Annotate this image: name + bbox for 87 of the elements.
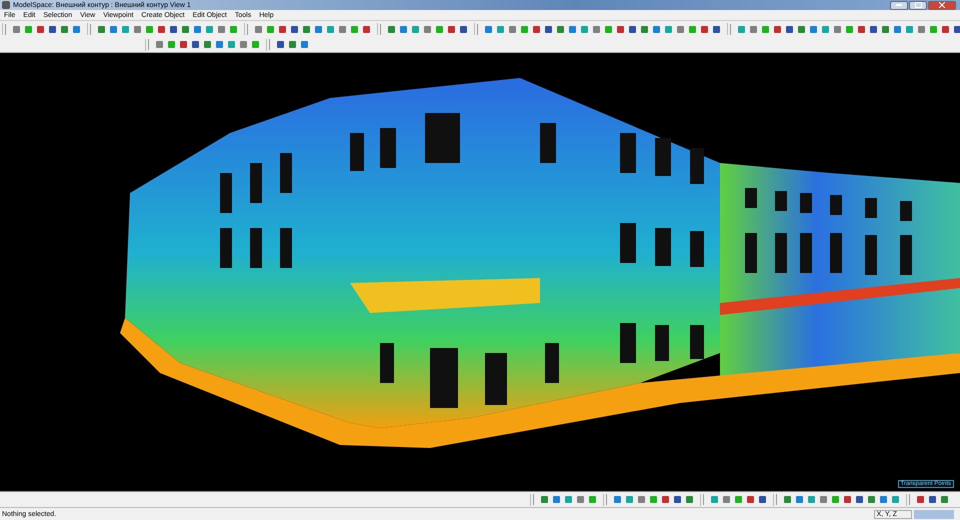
toolbar-button[interactable]: [337, 23, 348, 35]
toolbar-button[interactable]: [507, 23, 518, 35]
toolbar-button[interactable]: [47, 23, 58, 35]
toolbar-button[interactable]: [866, 494, 877, 506]
toolbar-button[interactable]: [180, 23, 191, 35]
toolbar-button[interactable]: [591, 23, 602, 35]
toolbar-button[interactable]: [567, 23, 578, 35]
toolbar-button[interactable]: [287, 38, 298, 50]
toolbar-button[interactable]: [651, 23, 662, 35]
toolbar-button[interactable]: [748, 23, 759, 35]
toolbar-button[interactable]: [782, 494, 793, 506]
toolbar-button[interactable]: [892, 23, 903, 35]
toolbar-button[interactable]: [71, 23, 82, 35]
toolbar-button[interactable]: [796, 23, 807, 35]
toolbar-button[interactable]: [299, 38, 310, 50]
toolbar-button[interactable]: [672, 494, 683, 506]
toolbar-button[interactable]: [216, 23, 227, 35]
toolbar-button[interactable]: [555, 23, 566, 35]
toolbar-button[interactable]: [757, 494, 768, 506]
minimize-button[interactable]: [890, 0, 908, 10]
toolbar-button[interactable]: [939, 494, 950, 506]
toolbar-button[interactable]: [313, 23, 324, 35]
toolbar-button[interactable]: [11, 23, 22, 35]
app-icon: [2, 1, 10, 9]
status-field: [914, 510, 954, 518]
toolbar-button[interactable]: [543, 23, 554, 35]
toolbar-button[interactable]: [108, 23, 119, 35]
toolbar-button[interactable]: [168, 23, 179, 35]
toolbar-button[interactable]: [156, 23, 167, 35]
toolbar-button[interactable]: [446, 23, 457, 35]
toolbar-button[interactable]: [190, 38, 201, 50]
toolbar-button[interactable]: [301, 23, 312, 35]
toolbar-button[interactable]: [612, 494, 623, 506]
toolbar-button[interactable]: [398, 23, 409, 35]
toolbar-button[interactable]: [178, 38, 189, 50]
toolbar-button[interactable]: [880, 23, 891, 35]
toolbar-button[interactable]: [192, 23, 203, 35]
toolbar-button[interactable]: [660, 494, 671, 506]
maximize-button[interactable]: [909, 0, 927, 10]
toolbar-button[interactable]: [275, 38, 286, 50]
toolbar-button[interactable]: [96, 23, 107, 35]
toolbar-button[interactable]: [818, 494, 829, 506]
toolbar-button[interactable]: [59, 23, 70, 35]
toolbar-button[interactable]: [422, 23, 433, 35]
toolbar-button[interactable]: [458, 23, 469, 35]
toolbar-button[interactable]: [940, 23, 951, 35]
toolbar-button[interactable]: [684, 494, 695, 506]
toolbar-button[interactable]: [832, 23, 843, 35]
toolbar-button[interactable]: [539, 494, 550, 506]
toolbar-button[interactable]: [699, 23, 710, 35]
toolbar-button[interactable]: [132, 23, 143, 35]
toolbar-button[interactable]: [784, 23, 795, 35]
toolbar-button[interactable]: [878, 494, 889, 506]
toolbar-button[interactable]: [361, 23, 372, 35]
toolbar-button[interactable]: [615, 23, 626, 35]
toolbar-button[interactable]: [854, 494, 865, 506]
toolbar-button[interactable]: [202, 38, 213, 50]
toolbar-button[interactable]: [531, 23, 542, 35]
toolbar-button[interactable]: [386, 23, 397, 35]
toolbar-button[interactable]: [794, 494, 805, 506]
toolbar-button[interactable]: [952, 23, 960, 35]
toolbar-button[interactable]: [154, 38, 165, 50]
toolbar-button[interactable]: [675, 23, 686, 35]
toolbar-button[interactable]: [745, 494, 756, 506]
toolbar-button[interactable]: [627, 23, 638, 35]
toolbar-button[interactable]: [483, 23, 494, 35]
toolbar-button[interactable]: [636, 494, 647, 506]
toolbar-button[interactable]: [927, 494, 938, 506]
toolbar-button[interactable]: [915, 494, 926, 506]
toolbar-button[interactable]: [772, 23, 783, 35]
toolbar-button[interactable]: [842, 494, 853, 506]
toolbar-button[interactable]: [575, 494, 586, 506]
toolbar-button[interactable]: [868, 23, 879, 35]
toolbar-button[interactable]: [721, 494, 732, 506]
toolbar-button[interactable]: [253, 23, 264, 35]
toolbar-button[interactable]: [711, 23, 722, 35]
toolbar-button[interactable]: [639, 23, 650, 35]
toolbar-button[interactable]: [808, 23, 819, 35]
toolbar-button[interactable]: [277, 23, 288, 35]
toolbar-button[interactable]: [35, 23, 46, 35]
toolbar-button[interactable]: [856, 23, 867, 35]
toolbar-button[interactable]: [214, 38, 225, 50]
toolbar-button[interactable]: [238, 38, 249, 50]
toolbar-button[interactable]: [551, 494, 562, 506]
toolbar-button[interactable]: [289, 23, 300, 35]
toolbar-button[interactable]: [916, 23, 927, 35]
close-button[interactable]: [928, 0, 956, 10]
